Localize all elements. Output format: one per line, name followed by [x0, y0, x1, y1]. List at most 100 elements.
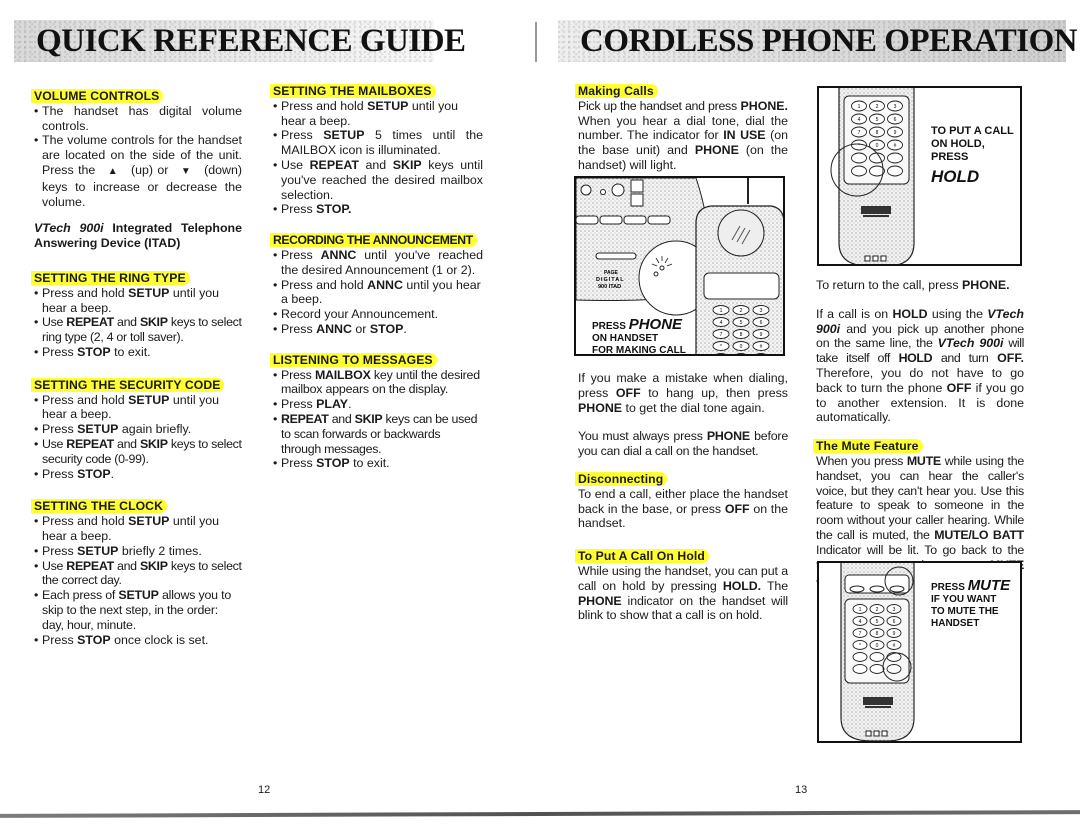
- section-heading: LISTENING TO MESSAGES: [270, 352, 437, 367]
- list-item: Press and hold SETUP until you hear a be…: [34, 393, 242, 423]
- list-item: Press and hold SETUP until you hear a be…: [34, 514, 242, 544]
- keypad-key-label: 7: [859, 631, 862, 637]
- list-item: Press SETUP briefly 2 times.: [34, 544, 242, 559]
- keypad-key-label: 3: [893, 607, 896, 613]
- section-heading: Making Calls: [575, 84, 658, 98]
- list-item: Use REPEAT and SKIP keys to select the c…: [34, 559, 242, 589]
- section-heading: SETTING THE MAILBOXES: [270, 84, 436, 98]
- list-item: Press STOP.: [273, 202, 483, 217]
- list-item: Press STOP once clock is set.: [34, 633, 242, 648]
- keypad-key-label: 6: [894, 117, 897, 123]
- mute-caption: PRESS MUTE IF YOU WANT TO MUTE THE HANDS…: [931, 577, 1011, 629]
- list-item: Press SETUP 5 times until the MAILBOX ic…: [273, 128, 483, 158]
- keypad-key-label: 2: [876, 607, 879, 613]
- announcement-section: RECORDING THE ANNOUNCEMENT Press ANNC un…: [270, 233, 483, 337]
- section-heading: SETTING THE SECURITY CODE: [31, 377, 225, 392]
- keypad-key-label: 1: [858, 104, 861, 110]
- mistake-text: If you make a mistake when dialing, pres…: [578, 371, 788, 415]
- list-item: Press and hold SETUP until you hear a be…: [273, 99, 483, 129]
- list-item: Press STOP to exit.: [273, 456, 483, 471]
- keypad-key-label: 5: [876, 619, 879, 625]
- volume-down-icon: ▼: [180, 165, 192, 177]
- list-item: Press and hold SETUP until you hear a be…: [34, 286, 242, 316]
- list-item: REPEAT and SKIP keys can be used to scan…: [273, 412, 483, 456]
- keypad-key-label: 3: [894, 104, 897, 110]
- keypad-key-label: 1: [720, 308, 723, 314]
- return-to-call-text: To return to the call, press PHONE.: [816, 278, 1010, 292]
- keypad-key-label: 9: [893, 631, 896, 637]
- left-page-title: QUICK REFERENCE GUIDE: [36, 22, 466, 59]
- list-item: Press and hold ANNC until you hear a bee…: [273, 278, 483, 308]
- keypad-key: [869, 652, 885, 662]
- keypad-key: [869, 152, 885, 164]
- right-title-banner: CORDLESS PHONE OPERATION: [558, 20, 1078, 62]
- keypad-key-label: 4: [859, 619, 862, 625]
- disconnecting-section: Disconnecting To end a call, either plac…: [575, 471, 788, 531]
- keypad-key-label: 5: [876, 117, 879, 123]
- list-item: Press MAILBOX key until the desired mail…: [273, 368, 483, 398]
- messages-section: LISTENING TO MESSAGES Press MAILBOX key …: [270, 352, 483, 471]
- keypad-key-label: 2: [876, 104, 879, 110]
- keypad-key-label: *: [859, 643, 861, 649]
- list-item: Press SETUP again briefly.: [34, 422, 242, 437]
- keypad-key: [851, 152, 867, 164]
- hold-illustration: 1 2 3 4 5 6 7 8 9 * 0 # TO PUT A CALL ON HOLD, PRES…: [817, 86, 1022, 266]
- keypad-key-label: 1: [859, 607, 862, 613]
- section-heading: Disconnecting: [575, 471, 668, 486]
- keypad-key-label: 8: [876, 130, 879, 136]
- right-page-title: CORDLESS PHONE OPERATION: [580, 22, 1078, 59]
- section-heading: VOLUME CONTROLS: [31, 89, 164, 103]
- keypad-key-label: #: [893, 643, 896, 649]
- keypad-key-label: 4: [858, 117, 861, 123]
- keypad-key-label: 7: [720, 332, 723, 338]
- right-column-1-lower: If you make a mistake when dialing, pres…: [575, 371, 789, 623]
- keypad-key-label: 6: [893, 619, 896, 625]
- keypad-key-label: *: [720, 344, 722, 350]
- keypad-key-label: #: [760, 344, 763, 350]
- scan-bottom-edge: [0, 810, 1080, 818]
- keypad-key: [887, 152, 903, 164]
- hold-auto-release-text: If a call is on HOLD using the VTech 900…: [816, 306, 1024, 425]
- page-divider: [535, 22, 537, 62]
- hold-caption: TO PUT A CALL ON HOLD, PRESS HOLD: [931, 125, 1014, 186]
- making-calls-text: Pick up the handset and press PHONE. Whe…: [578, 98, 788, 172]
- vtech-logo: [861, 206, 891, 214]
- keypad-key-label: 8: [876, 631, 879, 637]
- list-item: Each press of SETUP allows you to skip t…: [34, 588, 242, 632]
- handset-keypad: 1 2 3 4 5 6 7 8 9 * 0 #: [712, 305, 770, 354]
- keypad-key: [852, 664, 868, 674]
- keypad-key-label: 2: [740, 308, 743, 314]
- page-number-left: 12: [258, 784, 271, 796]
- keypad-key-label: 6: [760, 320, 763, 326]
- always-press-phone-text: You must always press PHONE before you c…: [578, 429, 789, 459]
- keypad-key: [869, 664, 885, 674]
- list-item: Press STOP.: [34, 467, 242, 482]
- page-number-right: 13: [795, 784, 808, 796]
- volume-up-icon: ▲: [107, 165, 119, 177]
- clock-section: SETTING THE CLOCK Press and hold SETUP u…: [31, 499, 242, 648]
- ring-type-section: SETTING THE RING TYPE Press and hold SET…: [31, 270, 242, 360]
- itad-subheading: VTech 900i Integrated Telephone Answerin…: [34, 221, 242, 251]
- list-item: The handset has digital volume controls.: [34, 104, 242, 134]
- base-label-page: PAGE: [604, 270, 618, 276]
- base-label-model: 900 ITAD: [598, 284, 621, 290]
- left-column-2: SETTING THE MAILBOXES Press and hold SET…: [270, 84, 483, 485]
- keypad-key: [886, 664, 902, 674]
- keypad-key-label: 0: [876, 643, 879, 649]
- keypad-key-label: 5: [740, 320, 743, 326]
- list-item: Use REPEAT and SKIP keys until you've re…: [273, 158, 483, 202]
- phone-making-call-illustration: PAGE DIGITAL 900 ITAD 1 2 3 4 5 6 7 8 9 * 0 # PRESS…: [574, 176, 785, 356]
- section-heading: RECORDING THE ANNOUNCEMENT: [270, 233, 477, 248]
- keypad-key-label: 0: [876, 143, 879, 149]
- keypad-key: [851, 165, 867, 177]
- mute-illustration: 1 2 3 4 5 6 7 8 9 * 0 # PRESS MUTE IF YOU WANT TO M…: [817, 561, 1022, 743]
- security-code-section: SETTING THE SECURITY CODE Press and hold…: [31, 377, 242, 482]
- keypad-key: [852, 652, 868, 662]
- right-column-1: Making Calls Pick up the handset and pre…: [575, 84, 788, 173]
- keypad-key: [887, 165, 903, 177]
- list-item: The volume controls for the handset are …: [34, 133, 242, 209]
- mailboxes-section: SETTING THE MAILBOXES Press and hold SET…: [270, 84, 483, 217]
- keypad-key-label: 3: [760, 308, 763, 314]
- vtech-logo: [863, 697, 893, 705]
- list-item: Record your Announcement.: [273, 307, 483, 322]
